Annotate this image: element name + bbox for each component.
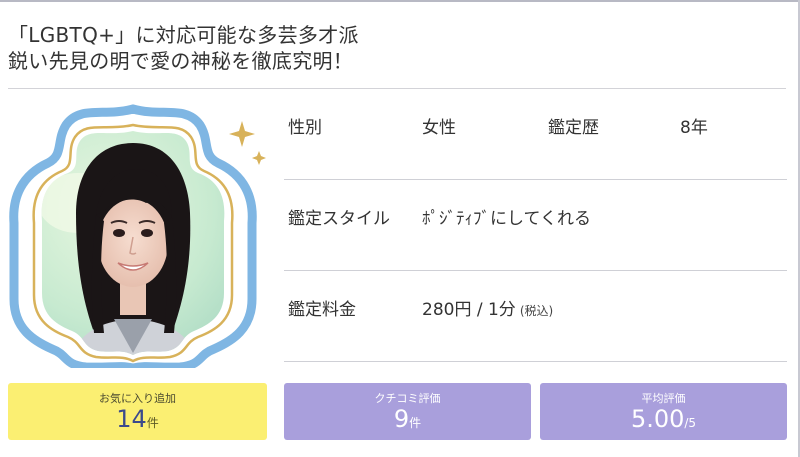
reviews-stat[interactable]: クチコミ評価 9件 xyxy=(284,383,531,440)
portrait-frame xyxy=(9,104,257,373)
gender-value: 女性 xyxy=(422,118,456,138)
profile-row-style: 鑑定スタイル ﾎﾟｼﾞﾃｨﾌﾞにしてくれる xyxy=(284,180,787,271)
sparkle-icon xyxy=(229,121,266,165)
favorites-value: 14 xyxy=(116,405,147,433)
profile-info-table: 性別 女性 鑑定歴 8年 鑑定スタイル ﾎﾟｼﾞﾃｨﾌﾞにしてくれる 鑑定料金 … xyxy=(284,89,787,362)
fee-value: 280円 / 1分 xyxy=(422,300,516,320)
rating-unit: /5 xyxy=(684,416,697,430)
favorites-unit: 件 xyxy=(146,416,159,430)
catchphrase: 「LGBTQ+」に対応可能な多芸多才派 鋭い先見の明で愛の神秘を徹底究明！ xyxy=(8,22,508,74)
reviews-unit: 件 xyxy=(409,416,422,430)
catchphrase-line-1: 「LGBTQ+」に対応可能な多芸多才派 xyxy=(8,23,359,47)
reviews-count: 9件 xyxy=(284,405,531,433)
fee-value-wrap: 280円 / 1分 (税込) xyxy=(422,295,553,320)
profile-row-basic: 性別 女性 鑑定歴 8年 xyxy=(284,89,787,180)
reviews-value: 9 xyxy=(393,405,410,433)
profile-row-fee: 鑑定料金 280円 / 1分 (税込) xyxy=(284,271,787,362)
style-value: ﾎﾟｼﾞﾃｨﾌﾞにしてくれる xyxy=(422,209,591,229)
rating-value: 5.00 xyxy=(630,405,685,433)
rating-label: 平均評価 xyxy=(641,392,686,405)
rating-score: 5.00/5 xyxy=(540,405,787,433)
career-label: 鑑定歴 xyxy=(548,118,599,138)
career-value: 8年 xyxy=(680,118,708,138)
fortune-teller-portrait xyxy=(8,103,266,373)
style-label: 鑑定スタイル xyxy=(288,209,390,229)
favorites-count: 14件 xyxy=(8,405,267,433)
catchphrase-line-2: 鋭い先見の明で愛の神秘を徹底究明！ xyxy=(8,49,354,73)
favorites-label: お気に入り追加 xyxy=(99,392,176,405)
gender-label: 性別 xyxy=(288,118,322,138)
favorites-stat-button[interactable]: お気に入り追加 14件 xyxy=(8,383,267,440)
fee-tax-note: (税込) xyxy=(519,304,554,318)
top-border xyxy=(0,0,800,2)
average-rating-stat: 平均評価 5.00/5 xyxy=(540,383,787,440)
fee-label: 鑑定料金 xyxy=(288,300,356,320)
reviews-label: クチコミ評価 xyxy=(374,392,441,405)
